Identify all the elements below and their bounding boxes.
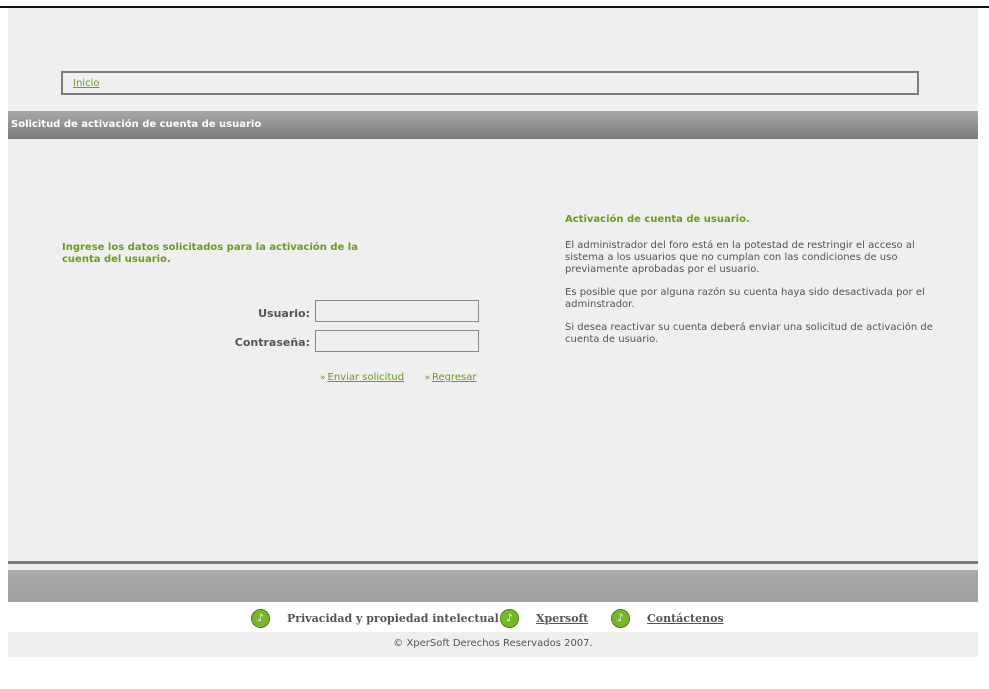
- copyright: © XperSoft Derechos Reservados 2007.: [393, 638, 593, 649]
- footer-divider: [8, 561, 978, 564]
- privacy-label: Privacidad y propiedad intelectual: [287, 612, 499, 625]
- info-paragraph: Es posible que por alguna razón su cuent…: [565, 287, 925, 310]
- password-input[interactable]: [315, 330, 479, 352]
- bell-icon: ♪: [611, 609, 630, 628]
- back-link[interactable]: Regresar: [432, 372, 477, 383]
- user-label: Usuario:: [258, 307, 310, 320]
- info-title: Activación de cuenta de usuario.: [565, 214, 750, 225]
- bell-icon: ♪: [251, 609, 270, 628]
- breadcrumb: Inicio: [61, 71, 919, 95]
- footer-item-privacy: ♪ Privacidad y propiedad intelectual: [251, 609, 499, 628]
- info-paragraph: El administrador del foro está en la pot…: [565, 240, 915, 275]
- page-container: Inicio Solicitud de activación de cuenta…: [8, 8, 978, 657]
- footer-band: [8, 570, 978, 602]
- send-arrow-icon: »: [320, 373, 326, 383]
- form-actions: » Enviar solicitud » Regresar: [320, 372, 476, 383]
- contact-link[interactable]: Contáctenos: [647, 612, 724, 625]
- user-input[interactable]: [315, 300, 479, 322]
- bell-icon: ♪: [500, 609, 519, 628]
- send-request-link[interactable]: Enviar solicitud: [328, 372, 405, 383]
- password-label: Contraseña:: [234, 336, 310, 349]
- back-arrow-icon: »: [424, 373, 430, 383]
- company-link[interactable]: Xpersoft: [536, 612, 588, 625]
- section-title: Solicitud de activación de cuenta de usu…: [11, 119, 262, 130]
- info-paragraph: Si desea reactivar su cuenta deberá envi…: [565, 322, 933, 345]
- form-heading: Ingrese los datos solicitados para la ac…: [62, 242, 358, 265]
- breadcrumb-home-link[interactable]: Inicio: [73, 78, 99, 89]
- footer-links: ♪ Privacidad y propiedad intelectual ♪ X…: [8, 602, 978, 632]
- info-panel: Activación de cuenta de usuario. El admi…: [565, 214, 945, 357]
- section-title-bar: Solicitud de activación de cuenta de usu…: [8, 111, 978, 139]
- footer-item-contact: ♪ Contáctenos: [611, 609, 724, 628]
- footer-item-company: ♪ Xpersoft: [500, 609, 588, 628]
